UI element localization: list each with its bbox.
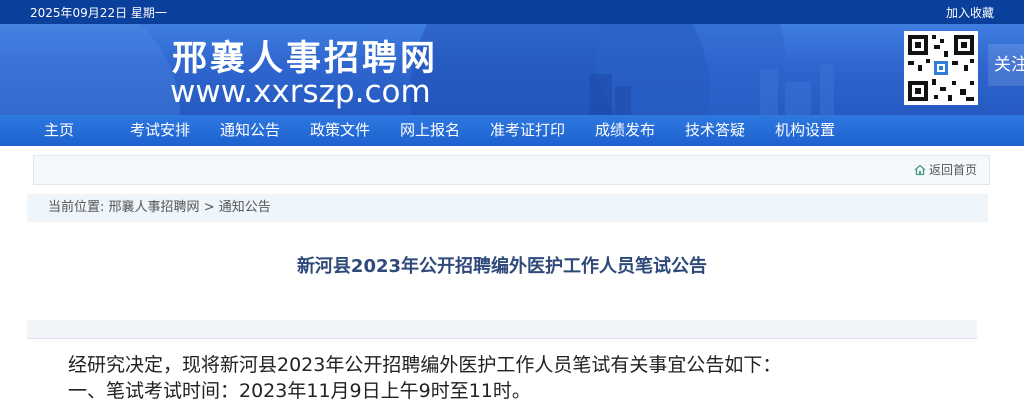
nav-item-organization[interactable]: 机构设置: [775, 115, 835, 146]
nav-item-policy[interactable]: 政策文件: [310, 115, 370, 146]
qr-code-icon: [908, 35, 974, 101]
nav-item-tech-support[interactable]: 技术答疑: [685, 115, 745, 146]
site-banner: 邢襄人事招聘网 www.xxrszp.com 关注: [0, 24, 1024, 115]
back-home-link[interactable]: 返回首页: [914, 156, 977, 184]
breadcrumb-current-link[interactable]: 通知公告: [219, 200, 271, 215]
nav-item-online-registration[interactable]: 网上报名: [400, 115, 460, 146]
breadcrumb-separator: >: [203, 200, 215, 215]
title-divider: [27, 320, 977, 339]
article-title: 新河县2023年公开招聘编外医护工作人员笔试公告: [296, 256, 708, 277]
site-url: www.xxrszp.com: [170, 74, 431, 110]
article-paragraph: 经研究决定，现将新河县2023年公开招聘编外医护工作人员笔试有关事宜公告如下：: [68, 354, 782, 376]
breadcrumb: 当前位置: 邢襄人事招聘网 > 通知公告: [27, 194, 988, 222]
nav-item-results[interactable]: 成绩发布: [595, 115, 655, 146]
top-bar: 2025年09月22日 星期一 加入收藏: [0, 0, 1024, 24]
follow-label: 关注: [988, 44, 1024, 86]
qr-code: [904, 31, 978, 105]
current-date: 2025年09月22日 星期一: [30, 6, 167, 20]
add-favorite-link[interactable]: 加入收藏: [946, 4, 994, 21]
nav-item-exam-schedule[interactable]: 考试安排: [130, 115, 190, 146]
breadcrumb-prefix: 当前位置:: [48, 200, 105, 215]
home-icon: [914, 164, 926, 176]
article-paragraph: 一、笔试考试时间：2023年11月9日上午9时至11时。: [68, 380, 531, 402]
banner-background: [0, 24, 834, 115]
main-nav: 主页 考试安排 通知公告 政策文件 网上报名 准考证打印 成绩发布 技术答疑 机…: [0, 115, 1024, 146]
nav-item-admission-ticket[interactable]: 准考证打印: [490, 115, 565, 146]
back-home-label: 返回首页: [928, 163, 977, 177]
breadcrumb-home-link[interactable]: 邢襄人事招聘网: [109, 200, 200, 215]
nav-item-home[interactable]: 主页: [44, 115, 74, 146]
nav-item-notices[interactable]: 通知公告: [220, 115, 280, 146]
back-home-bar: 返回首页: [33, 155, 990, 185]
